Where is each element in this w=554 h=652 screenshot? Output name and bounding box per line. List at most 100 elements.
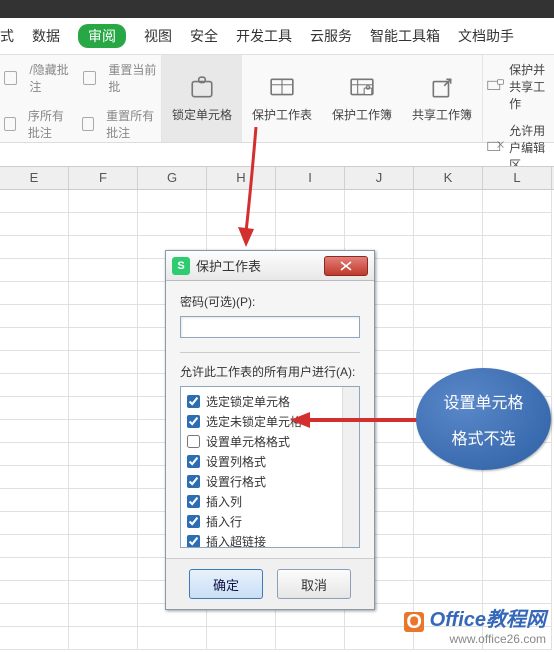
cell[interactable] (414, 512, 483, 535)
cell[interactable] (0, 535, 69, 558)
cell[interactable] (207, 213, 276, 236)
cell[interactable] (414, 558, 483, 581)
menu-item-8[interactable]: 文档助手 (458, 26, 514, 46)
cell[interactable] (0, 351, 69, 374)
cell[interactable] (414, 282, 483, 305)
colhead-K[interactable]: K (414, 167, 483, 189)
perm-row-4[interactable]: 设置行格式 (187, 471, 357, 491)
cell[interactable] (0, 236, 69, 259)
perm-row-7[interactable]: 插入超链接 (187, 531, 357, 548)
menu-item-2[interactable]: 审阅 (78, 24, 126, 48)
cell[interactable] (483, 282, 552, 305)
menu-item-4[interactable]: 安全 (190, 26, 218, 46)
perm-row-3[interactable]: 设置列格式 (187, 451, 357, 471)
cell[interactable] (69, 351, 138, 374)
colhead-I[interactable]: I (276, 167, 345, 189)
perm-checkbox-0[interactable] (187, 395, 200, 408)
colhead-E[interactable]: E (0, 167, 69, 189)
perm-checkbox-5[interactable] (187, 495, 200, 508)
cell[interactable] (0, 581, 69, 604)
ribbon-right-row1[interactable]: 保护并共享工作 (509, 61, 550, 112)
cancel-button[interactable]: 取消 (277, 569, 351, 599)
cell[interactable] (0, 466, 69, 489)
perm-checkbox-3[interactable] (187, 455, 200, 468)
cell[interactable] (0, 374, 69, 397)
cell[interactable] (483, 512, 552, 535)
colhead-G[interactable]: G (138, 167, 207, 189)
cell[interactable] (69, 558, 138, 581)
ribbon-protect-sheet[interactable]: 保护工作表 (242, 55, 322, 142)
cell[interactable] (0, 282, 69, 305)
cell[interactable] (0, 259, 69, 282)
cell[interactable] (483, 489, 552, 512)
menu-item-1[interactable]: 数据 (32, 26, 60, 46)
ribbon-left-row2a[interactable]: 序所有批注 (28, 107, 70, 141)
ok-button[interactable]: 确定 (189, 569, 263, 599)
cell[interactable] (69, 627, 138, 650)
colhead-F[interactable]: F (69, 167, 138, 189)
cell[interactable] (414, 213, 483, 236)
perm-checkbox-1[interactable] (187, 415, 200, 428)
cell[interactable] (69, 466, 138, 489)
cell[interactable] (138, 213, 207, 236)
cell[interactable] (0, 328, 69, 351)
perm-checkbox-7[interactable] (187, 535, 200, 548)
cell[interactable] (69, 489, 138, 512)
cell[interactable] (483, 190, 552, 213)
cell[interactable] (414, 259, 483, 282)
cell[interactable] (69, 581, 138, 604)
ribbon-share-book[interactable]: 共享工作簿 (402, 55, 482, 142)
ribbon-left-row1a[interactable]: /隐藏批注 (29, 61, 71, 95)
cell[interactable] (414, 305, 483, 328)
cell[interactable] (69, 213, 138, 236)
cell[interactable] (0, 190, 69, 213)
cell[interactable] (483, 535, 552, 558)
cell[interactable] (69, 512, 138, 535)
cell[interactable] (69, 259, 138, 282)
cell[interactable] (69, 443, 138, 466)
cell[interactable] (0, 604, 69, 627)
perm-checkbox-6[interactable] (187, 515, 200, 528)
cell[interactable] (276, 190, 345, 213)
menu-item-0[interactable]: 式 (0, 26, 14, 46)
cell[interactable] (69, 236, 138, 259)
cell[interactable] (414, 236, 483, 259)
cell[interactable] (138, 190, 207, 213)
scrollbar[interactable] (342, 387, 359, 547)
cell[interactable] (414, 190, 483, 213)
cell[interactable] (0, 558, 69, 581)
menu-item-3[interactable]: 视图 (144, 26, 172, 46)
colhead-J[interactable]: J (345, 167, 414, 189)
menu-item-6[interactable]: 云服务 (310, 26, 352, 46)
cell[interactable] (414, 535, 483, 558)
cell[interactable] (0, 489, 69, 512)
perm-checkbox-2[interactable] (187, 435, 200, 448)
cell[interactable] (414, 489, 483, 512)
cell[interactable] (69, 397, 138, 420)
cell[interactable] (483, 581, 552, 604)
perm-row-5[interactable]: 插入列 (187, 491, 357, 511)
close-button[interactable] (324, 256, 368, 276)
perm-row-1[interactable]: 选定未锁定单元格 (187, 411, 357, 431)
cell[interactable] (345, 190, 414, 213)
cell[interactable] (0, 305, 69, 328)
menu-item-5[interactable]: 开发工具 (236, 26, 292, 46)
ribbon-left-row1b[interactable]: 重置当前批 (108, 61, 157, 95)
cell[interactable] (483, 213, 552, 236)
cell[interactable] (414, 581, 483, 604)
cell[interactable] (276, 213, 345, 236)
menu-item-7[interactable]: 智能工具箱 (370, 26, 440, 46)
perm-checkbox-4[interactable] (187, 475, 200, 488)
cell[interactable] (483, 236, 552, 259)
perm-row-0[interactable]: 选定锁定单元格 (187, 391, 357, 411)
cell[interactable] (0, 512, 69, 535)
colhead-H[interactable]: H (207, 167, 276, 189)
ribbon-lock-cell[interactable]: 锁定单元格 (162, 55, 242, 142)
cell[interactable] (0, 397, 69, 420)
cell[interactable] (483, 558, 552, 581)
cell[interactable] (69, 420, 138, 443)
cell[interactable] (0, 420, 69, 443)
colhead-L[interactable]: L (483, 167, 552, 189)
cell[interactable] (0, 443, 69, 466)
cell[interactable] (69, 282, 138, 305)
